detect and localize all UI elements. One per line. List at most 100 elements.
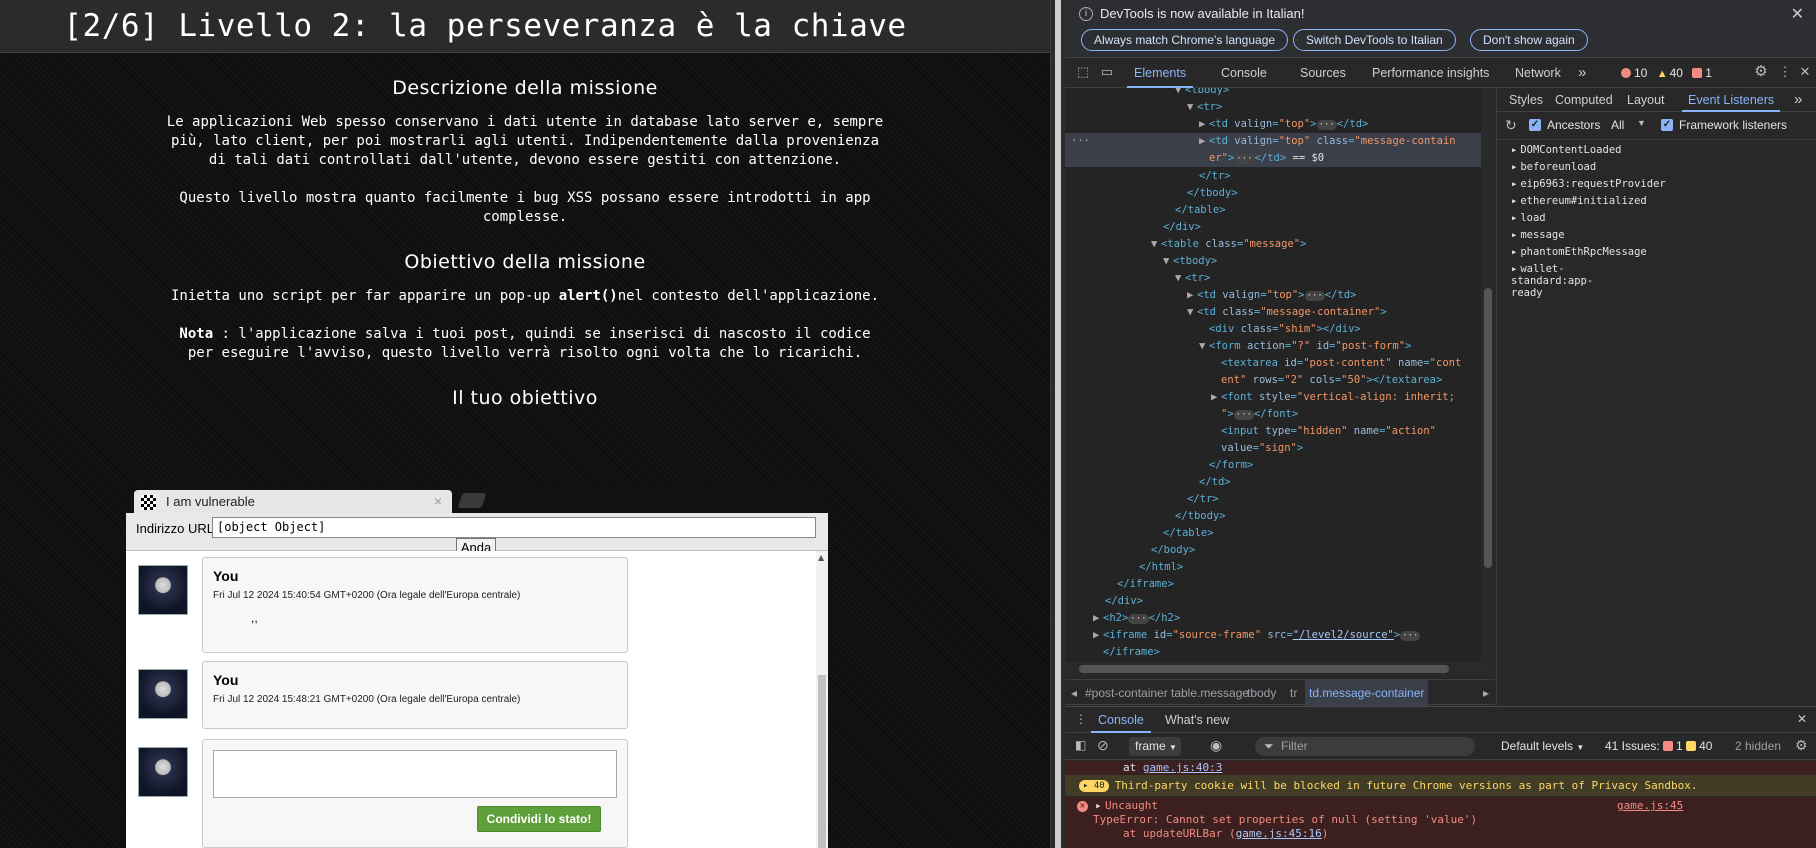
dom-line[interactable]: </tr> [1065,168,1231,185]
source-link[interactable]: game.js:45:16 [1236,827,1322,840]
dom-line[interactable]: </div> [1065,219,1201,236]
post-content-textarea[interactable] [213,750,617,798]
framework-listeners-checkbox[interactable]: ✓ [1661,119,1673,131]
dom-line[interactable]: ▶ <td valign="top"> ··· </td> [1065,116,1368,133]
dom-line[interactable]: ▶ <h2> ··· </h2> [1065,610,1180,627]
clear-console-icon[interactable]: ⊘ [1097,737,1109,754]
dom-line[interactable]: ▼ <tbody> [1065,88,1229,99]
dom-line[interactable]: ▶ <td valign="top"> ··· </td> [1065,287,1356,304]
expand-arrow-icon[interactable]: ▸ [1095,799,1102,812]
breadcrumb-left-icon[interactable]: ◂ [1071,680,1077,706]
event-listener-item[interactable]: ▸ ethereum#initialized [1511,195,1647,207]
dom-line[interactable]: <input type="hidden" name="action" [1065,423,1436,440]
frame-scrollbar[interactable]: ▲ [816,551,828,848]
share-button[interactable]: Condividi lo stato! [477,806,601,832]
gear-icon[interactable]: ⚙ [1753,64,1769,79]
tab-performance-insights[interactable]: Performance insights [1372,58,1489,88]
more-side-tabs-icon[interactable]: » [1794,88,1802,112]
dom-line[interactable]: </table> [1065,525,1214,542]
context-select[interactable]: frame ▼ [1129,737,1181,756]
device-toolbar-icon[interactable]: ▭ [1099,65,1115,79]
dom-line[interactable]: <textarea id="post-content" name="cont [1065,355,1461,372]
dom-line[interactable]: ▼ <tr> [1065,270,1210,287]
ancestors-checkbox[interactable]: ✓ [1529,119,1541,131]
devtools-splitter[interactable] [1050,0,1065,848]
kebab-menu-icon[interactable]: ⋮ [1777,65,1793,79]
breadcrumb-right-icon[interactable]: ▸ [1483,680,1489,706]
filter-input[interactable]: ⏷ Filter [1255,737,1475,756]
drawer-tab-whats-new[interactable]: What's new [1165,707,1229,733]
dom-line[interactable]: "> ··· </font> [1065,406,1298,423]
dom-tree-hscroll[interactable] [1065,662,1481,676]
kebab-menu-icon[interactable]: ⋮ [1075,712,1087,726]
error-source-link[interactable]: game.js:45 [1617,799,1683,812]
tab-network[interactable]: Network [1515,58,1561,88]
close-icon[interactable]: ✕ [1797,712,1807,726]
sidebar-toggle-icon[interactable]: ◧ [1075,738,1086,752]
dom-line[interactable]: ▼ <td class="message-container"> [1065,304,1387,321]
default-levels-select[interactable]: Default levels ▼ [1501,739,1584,753]
breadcrumb-item[interactable]: table.message [1171,680,1249,706]
event-listener-item[interactable]: ▸ beforeunload [1511,161,1596,173]
match-language-button[interactable]: Always match Chrome's language [1081,29,1289,51]
dom-line[interactable]: </tr> [1065,491,1219,508]
dom-tree-vscroll[interactable] [1481,88,1495,676]
scroll-up-arrow-icon[interactable]: ▲ [818,553,824,562]
dom-line[interactable]: value="sign"> [1065,440,1303,457]
tab-sources[interactable]: Sources [1300,58,1346,88]
dom-line[interactable]: ent" rows="2" cols="50"></textarea> [1065,372,1442,389]
close-icon[interactable]: × [434,490,442,513]
all-select[interactable]: All [1611,118,1624,132]
url-input[interactable]: [object Object] [212,517,816,538]
console-warning-row[interactable]: ▸ 40 Third-party cookie will be blocked i… [1065,775,1816,796]
breadcrumb-item[interactable]: #post-container [1085,680,1168,706]
dom-line[interactable]: ▶ <font style="vertical-align: inherit; [1065,389,1455,406]
event-listener-item[interactable]: ▸ wallet-standard:app-ready [1511,263,1593,299]
frame-tab[interactable]: I am vulnerable × [134,490,452,513]
breadcrumb-item[interactable]: tr [1290,680,1297,706]
switch-language-button[interactable]: Switch DevTools to Italian [1293,29,1456,51]
dom-line[interactable]: ▼ <form action="?" id="post-form"> [1065,338,1411,355]
breadcrumb-item[interactable]: tbody [1247,680,1276,706]
dom-line[interactable]: </html> [1065,559,1183,576]
dom-line[interactable]: ▶ <iframe id="source-frame" src="/level2/… [1065,627,1421,644]
dom-line[interactable]: </body> [1065,542,1195,559]
drawer-tab-console[interactable]: Console [1091,707,1151,733]
event-listener-item[interactable]: ▸ DOMContentLoaded [1511,144,1621,156]
tab-console[interactable]: Console [1221,58,1267,88]
close-icon[interactable]: ✕ [1791,4,1804,24]
tab-styles[interactable]: Styles [1509,88,1543,112]
refresh-icon[interactable]: ↻ [1505,117,1517,134]
tab-layout[interactable]: Layout [1627,88,1665,112]
source-link[interactable]: game.js:40:3 [1143,761,1222,774]
dom-line[interactable]: ▼ <tr> [1065,99,1222,116]
status-counts[interactable]: 10 ▲ 40 1 [1621,66,1712,80]
dom-line[interactable]: </iframe> [1065,644,1160,661]
inspect-icon[interactable]: ⬚ [1075,65,1091,79]
tab-event-listeners[interactable]: Event Listeners [1682,88,1781,112]
dom-line[interactable]: </td> [1065,474,1231,491]
frame-scroll-thumb[interactable] [818,675,826,848]
dom-line[interactable]: <div class="shim"></div> [1065,321,1361,338]
dom-line[interactable]: ▼ <tbody> [1065,253,1217,270]
close-icon[interactable]: ✕ [1797,65,1813,79]
dom-line[interactable]: </tbody> [1065,185,1238,202]
splitter-handle[interactable] [1055,0,1061,848]
console-error-row[interactable]: ✕ ▸ Uncaught game.js:45 TypeError: Canno… [1065,797,1816,848]
issues-summary[interactable]: 41 Issues: 1 40 [1605,739,1712,753]
dom-line[interactable]: </table> [1065,202,1226,219]
dom-line-selected[interactable]: ··· ▶ <td valign="top" class="message-cont… [1065,133,1481,167]
vscroll-thumb[interactable] [1484,288,1492,568]
gear-icon[interactable]: ⚙ [1795,737,1808,754]
dom-line[interactable]: ▼ <table class="message"> [1065,236,1306,253]
dom-line[interactable]: </tbody> [1065,508,1226,525]
event-listener-item[interactable]: ▸ message [1511,229,1565,241]
more-tabs-icon[interactable]: » [1578,58,1586,88]
tab-elements[interactable]: Elements [1127,58,1194,88]
dom-line[interactable]: </form> [1065,457,1253,474]
hscroll-thumb[interactable] [1079,665,1449,673]
breadcrumb-item-active[interactable]: td.message-container [1305,680,1429,706]
eye-icon[interactable]: ◉ [1210,737,1222,754]
dom-tree[interactable]: ▼ <tbody> ▼ <tr> ▶ <td valign="top"> ··· </td… [1065,88,1481,676]
tab-computed[interactable]: Computed [1555,88,1613,112]
